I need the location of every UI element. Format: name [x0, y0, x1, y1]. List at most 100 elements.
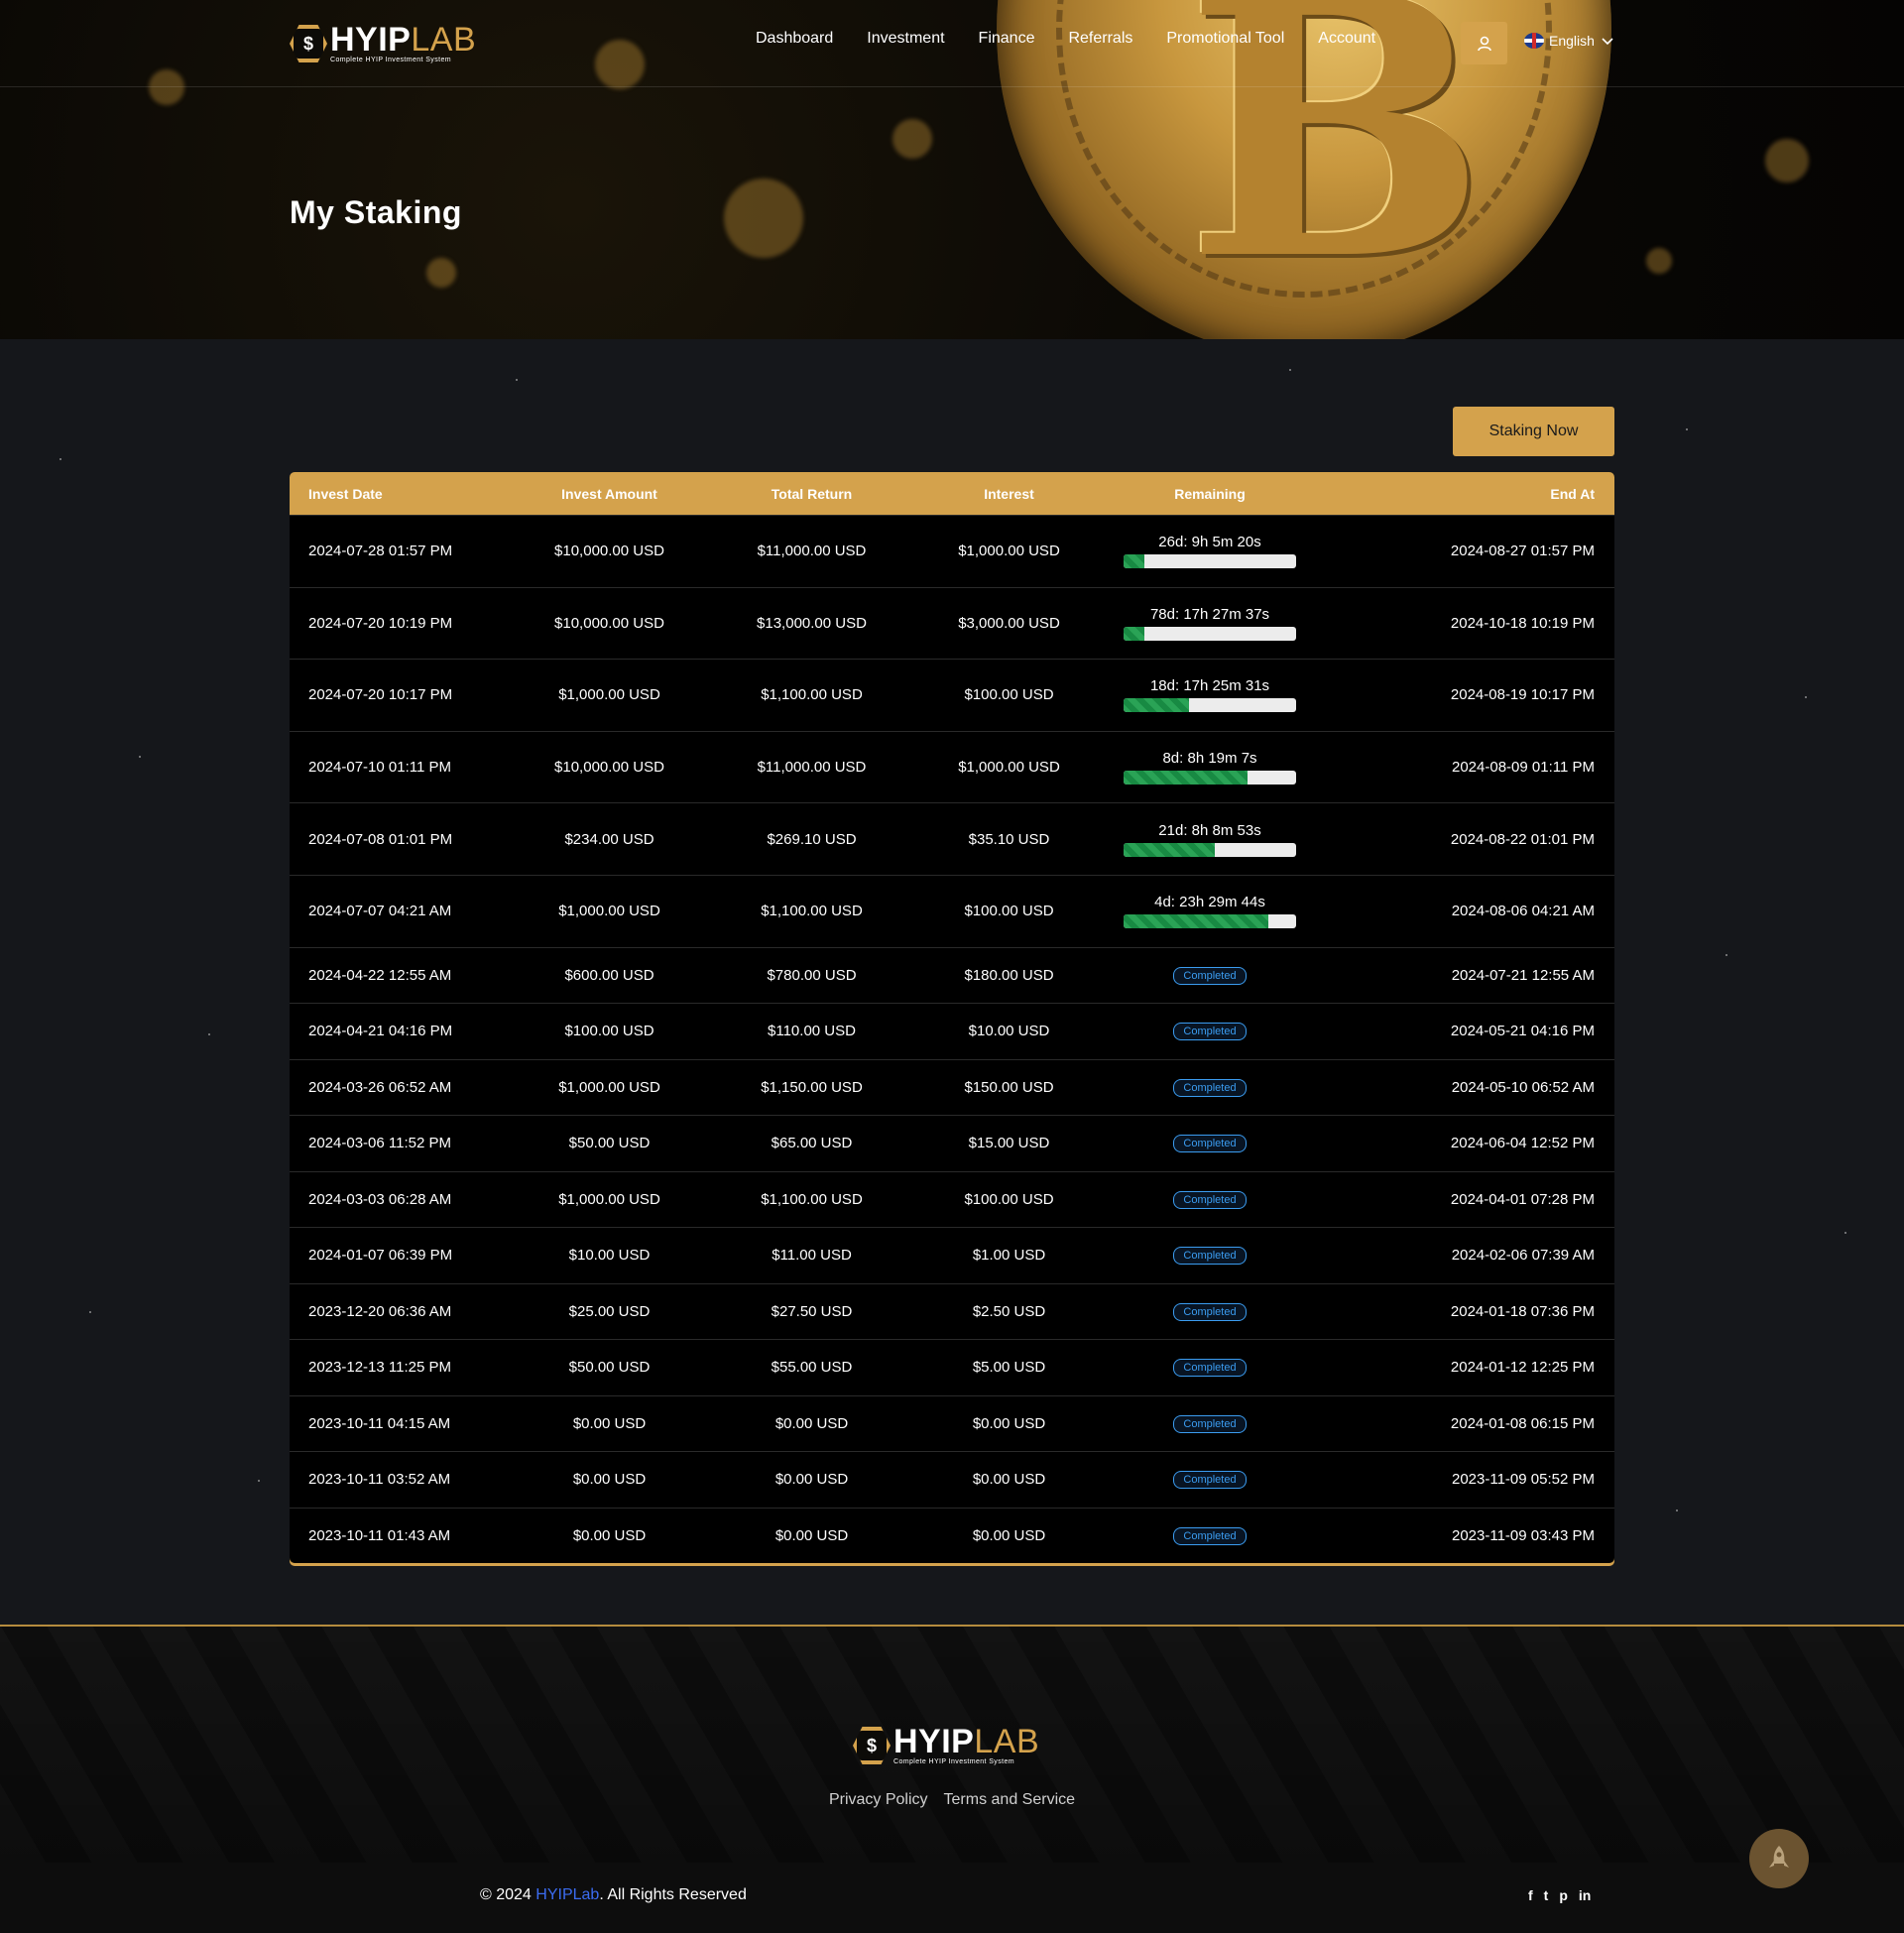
remaining-countdown: 21d: 8h 8m 53s: [1158, 821, 1261, 839]
table-header: Invest Date Invest Amount Total Return I…: [290, 472, 1614, 515]
end-at-cell: 2023-11-09 05:52 PM: [1452, 1471, 1595, 1489]
pinterest-icon[interactable]: p: [1559, 1887, 1568, 1903]
logo-word-primary: HYIP: [330, 21, 412, 59]
logo-word-secondary: LAB: [411, 21, 477, 59]
interest-cell: $180.00 USD: [964, 966, 1054, 984]
invest-date-cell: 2024-04-21 04:16 PM: [308, 1023, 453, 1040]
page-title: My Staking: [290, 194, 462, 230]
main-nav: Dashboard Investment Finance Referrals P…: [756, 30, 1409, 48]
staking-now-button[interactable]: Staking Now: [1453, 407, 1614, 456]
invest-date-cell: 2024-01-07 06:39 PM: [308, 1247, 453, 1265]
remaining-cell: Completed: [1086, 1414, 1334, 1433]
progress-fill: [1124, 771, 1249, 785]
interest-cell: $35.10 USD: [968, 830, 1050, 848]
invest-date-cell: 2023-12-20 06:36 AM: [308, 1302, 452, 1320]
interest-cell: $2.50 USD: [972, 1302, 1046, 1320]
nav-investment[interactable]: Investment: [867, 30, 944, 48]
interest-cell: $0.00 USD: [972, 1414, 1046, 1432]
total-return-cell: $11,000.00 USD: [757, 543, 867, 560]
end-at-cell: 2024-05-21 04:16 PM: [1450, 1023, 1595, 1040]
bokeh-decoration: [892, 119, 932, 159]
bokeh-decoration: [1646, 248, 1672, 274]
nav-account[interactable]: Account: [1318, 30, 1375, 48]
col-end-at: End At: [1550, 485, 1595, 502]
bottom-bar: © 2024 HYIPLab. All Rights Reserved f t …: [0, 1863, 1904, 1933]
copyright-brand-link[interactable]: HYIPLab: [536, 1886, 599, 1903]
interest-cell: $3,000.00 USD: [958, 614, 1060, 632]
invest-amount-cell: $50.00 USD: [568, 1359, 651, 1377]
invest-date-cell: 2024-07-07 04:21 AM: [308, 903, 452, 920]
status-badge: Completed: [1173, 1135, 1247, 1153]
invest-date-cell: 2024-07-08 01:01 PM: [308, 830, 453, 848]
terms-link[interactable]: Terms and Service: [944, 1791, 1076, 1809]
end-at-cell: 2024-04-01 07:28 PM: [1450, 1190, 1595, 1208]
col-invest-date: Invest Date: [308, 485, 383, 502]
invest-amount-cell: $10,000.00 USD: [554, 614, 664, 632]
facebook-icon[interactable]: f: [1528, 1887, 1533, 1903]
invest-amount-cell: $10.00 USD: [568, 1247, 651, 1265]
table-row: 2024-04-21 04:16 PM $100.00 USD $110.00 US…: [290, 1003, 1614, 1059]
language-label: English: [1549, 33, 1595, 49]
footer-logo[interactable]: $ HYIPLAB Complete HYIP Investment Syste…: [853, 1725, 1039, 1765]
remaining-cell: 21d: 8h 8m 53s: [1086, 822, 1334, 857]
remaining-countdown: 18d: 17h 25m 31s: [1149, 677, 1270, 695]
user-profile-button[interactable]: [1461, 22, 1507, 64]
nav-promotional-tool[interactable]: Promotional Tool: [1166, 30, 1284, 48]
table-row: 2024-07-07 04:21 AM $1,000.00 USD $1,100.0…: [290, 874, 1614, 947]
total-return-cell: $780.00 USD: [767, 966, 857, 984]
invest-date-cell: 2024-07-10 01:11 PM: [308, 759, 451, 777]
nav-finance[interactable]: Finance: [979, 30, 1035, 48]
table-row: 2023-10-11 03:52 AM $0.00 USD $0.00 USD $0.…: [290, 1451, 1614, 1508]
staking-table: Invest Date Invest Amount Total Return I…: [290, 472, 1614, 1564]
linkedin-icon[interactable]: in: [1579, 1887, 1591, 1903]
scroll-to-top-button[interactable]: [1749, 1829, 1809, 1888]
total-return-cell: $1,100.00 USD: [761, 1190, 863, 1208]
total-return-cell: $1,100.00 USD: [761, 903, 863, 920]
remaining-countdown: 78d: 17h 27m 37s: [1149, 605, 1270, 623]
invest-amount-cell: $600.00 USD: [564, 966, 654, 984]
invest-amount-cell: $0.00 USD: [572, 1471, 647, 1489]
table-row: 2024-07-08 01:01 PM $234.00 USD $269.10 US…: [290, 802, 1614, 875]
invest-date-cell: 2024-03-06 11:52 PM: [308, 1135, 451, 1152]
status-badge: Completed: [1173, 1302, 1247, 1321]
nav-referrals[interactable]: Referrals: [1068, 30, 1132, 48]
total-return-cell: $110.00 USD: [768, 1023, 856, 1040]
invest-amount-cell: $1,000.00 USD: [558, 1190, 660, 1208]
col-remaining: Remaining: [1174, 485, 1246, 502]
language-selector[interactable]: English: [1524, 33, 1614, 49]
invest-amount-cell: $1,000.00 USD: [558, 903, 660, 920]
remaining-cell: Completed: [1086, 1190, 1334, 1209]
twitter-icon[interactable]: t: [1544, 1887, 1549, 1903]
interest-cell: $10.00 USD: [968, 1023, 1050, 1040]
site-logo[interactable]: $ HYIPLAB Complete HYIP Investment Syste…: [290, 22, 476, 65]
table-row: 2024-03-03 06:28 AM $1,000.00 USD $1,100.0…: [290, 1170, 1614, 1228]
invest-date-cell: 2023-10-11 04:15 AM: [308, 1414, 451, 1432]
nav-dashboard[interactable]: Dashboard: [756, 30, 833, 48]
total-return-cell: $0.00 USD: [774, 1414, 849, 1432]
progress-fill: [1124, 626, 1144, 641]
total-return-cell: $55.00 USD: [771, 1359, 853, 1377]
invest-date-cell: 2024-03-03 06:28 AM: [308, 1190, 452, 1208]
invest-date-cell: 2024-04-22 12:55 AM: [308, 966, 452, 984]
total-return-cell: $0.00 USD: [774, 1526, 849, 1544]
end-at-cell: 2024-08-09 01:11 PM: [1452, 759, 1595, 777]
bokeh-decoration: [724, 179, 803, 258]
invest-date-cell: 2024-03-26 06:52 AM: [308, 1078, 452, 1096]
privacy-policy-link[interactable]: Privacy Policy: [829, 1791, 928, 1809]
total-return-cell: $11.00 USD: [772, 1247, 852, 1265]
remaining-countdown: 4d: 23h 29m 44s: [1154, 894, 1265, 911]
interest-cell: $1,000.00 USD: [958, 543, 1060, 560]
money-bag-icon: $: [290, 25, 327, 62]
invest-date-cell: 2023-12-13 11:25 PM: [308, 1359, 451, 1377]
invest-date-cell: 2024-07-28 01:57 PM: [308, 543, 453, 560]
status-badge: Completed: [1173, 1471, 1247, 1490]
progress-bar: [1124, 698, 1296, 713]
status-badge: Completed: [1173, 1078, 1247, 1097]
col-invest-amount: Invest Amount: [561, 485, 657, 502]
table-row: 2024-07-20 10:19 PM $10,000.00 USD $13,000…: [290, 586, 1614, 660]
interest-cell: $100.00 USD: [964, 903, 1054, 920]
status-badge: Completed: [1173, 1359, 1247, 1378]
status-badge: Completed: [1173, 1414, 1247, 1433]
interest-cell: $100.00 USD: [964, 1190, 1054, 1208]
interest-cell: $5.00 USD: [972, 1359, 1046, 1377]
